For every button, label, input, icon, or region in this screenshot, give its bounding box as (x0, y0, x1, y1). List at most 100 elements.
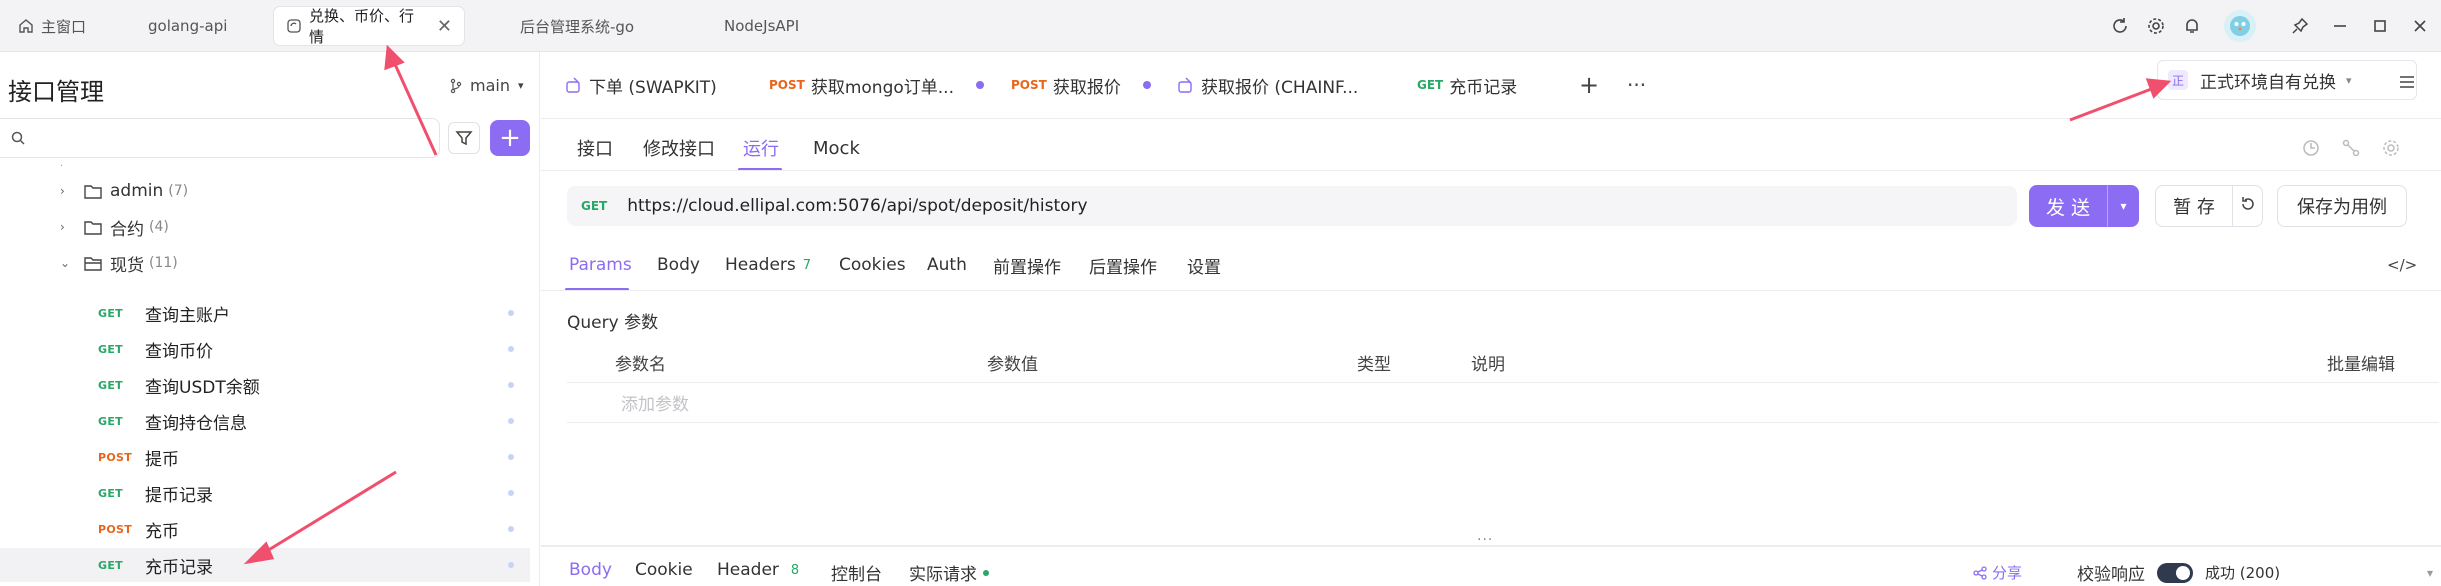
param-tab-body[interactable]: Body (657, 248, 700, 282)
request-tab[interactable]: POST 获取报价 (1011, 66, 1151, 104)
more-tabs-button[interactable]: ··· (1627, 66, 1646, 104)
param-tab-post[interactable]: 后置操作 (1089, 248, 1157, 282)
more-icon: ··· (1627, 73, 1647, 97)
method-badge: GET (98, 414, 123, 428)
param-tab-params[interactable]: Params (569, 248, 632, 282)
refresh-icon[interactable] (2108, 14, 2132, 38)
response-tab-header[interactable]: Header 8 (717, 560, 799, 580)
window-tab-main[interactable]: 主窗口 (6, 7, 98, 45)
url-input[interactable]: GET https://cloud.ellipal.com:5076/api/s… (567, 186, 2017, 226)
close-icon[interactable] (2408, 14, 2432, 38)
response-tab-console[interactable]: 控制台 (831, 560, 882, 585)
param-tab-pre[interactable]: 前置操作 (993, 248, 1061, 282)
window-tab-nodejs[interactable]: NodeJsAPI (712, 7, 811, 45)
column-header: 参数值 (987, 355, 1038, 375)
drag-handle-icon[interactable]: ··· (1477, 532, 1493, 548)
avatar[interactable] (2224, 10, 2256, 42)
param-tab-label: Params (569, 255, 632, 275)
header-count: 8 (790, 562, 800, 578)
status-dot (508, 526, 514, 532)
environment-selector[interactable]: 正 正式环境自有兑换 ▾ (2157, 60, 2417, 100)
api-item[interactable]: GET 查询USDT余额 (0, 368, 530, 402)
reset-icon[interactable] (2233, 195, 2262, 218)
subtab-run[interactable]: 运行 (743, 130, 779, 166)
api-item[interactable]: GET 查询币价 (0, 332, 530, 366)
share-button[interactable]: 分享 (1973, 562, 2022, 583)
status-text: 成功 (200) (2205, 564, 2281, 582)
response-status[interactable]: 成功 (200) ▾ (2205, 562, 2433, 583)
api-name: 提币 (145, 449, 179, 470)
api-item[interactable]: POST 提币 (0, 440, 530, 474)
api-item[interactable]: GET 提币记录 (0, 476, 530, 510)
param-tab-settings[interactable]: 设置 (1187, 248, 1221, 282)
branch-selector[interactable]: main ▾ (448, 76, 524, 95)
response-tab-body[interactable]: Body (569, 560, 612, 580)
folder-name: admin (110, 181, 164, 201)
api-item[interactable]: GET 查询持仓信息 (0, 404, 530, 438)
method-badge: GET (98, 486, 123, 500)
toggle-switch[interactable] (2157, 562, 2193, 583)
request-tab[interactable]: POST 获取mongo订单... (769, 66, 984, 104)
send-button[interactable]: 发 送 ▾ (2029, 185, 2139, 227)
request-tab-label: 获取报价 (CHAINF... (1201, 77, 1359, 98)
bell-icon[interactable] (2180, 14, 2204, 38)
param-count: 7 (802, 257, 812, 273)
param-tab-auth[interactable]: Auth (927, 248, 967, 282)
method-badge: GET (98, 306, 123, 320)
code-gen-icon[interactable] (2341, 138, 2361, 163)
tree-folder-contract[interactable]: › 合约 (4) (60, 212, 169, 242)
unsaved-dot (1142, 81, 1151, 89)
api-item[interactable]: GET 查询主账户 (0, 296, 530, 330)
close-tab-icon[interactable]: ✕ (437, 16, 452, 37)
swap-icon (1178, 77, 1192, 93)
search-input[interactable] (0, 118, 440, 158)
maximize-icon[interactable] (2368, 14, 2392, 38)
window-tab-admin-go[interactable]: 后台管理系统-go (508, 7, 646, 45)
new-tab-button[interactable]: + (1579, 66, 1599, 104)
send-label: 发 送 (2045, 196, 2091, 219)
subtab-mock[interactable]: Mock (813, 130, 860, 166)
param-tab-label: Headers (725, 255, 796, 275)
subtab-edit[interactable]: 修改接口 (643, 130, 715, 166)
divider (567, 382, 2439, 383)
api-name: 充币记录 (145, 557, 213, 578)
subtab-api[interactable]: 接口 (577, 130, 613, 166)
share-label: 分享 (1992, 564, 2023, 582)
add-api-button[interactable]: + (490, 120, 530, 156)
response-tab-label: Body (569, 560, 612, 580)
tree-folder-spot[interactable]: ⌄ 现货 (11) (60, 248, 178, 278)
param-tab-label: 前置操作 (993, 257, 1061, 278)
window-tab-label: 主窗口 (41, 17, 87, 36)
request-tab[interactable]: 下单 (SWAPKIT) (565, 66, 717, 104)
response-tab-cookie[interactable]: Cookie (635, 560, 693, 580)
request-tab[interactable]: 获取报价 (CHAINF... (1177, 66, 1358, 104)
history-icon[interactable] (2301, 138, 2321, 163)
api-item-selected[interactable]: GET 充币记录 (0, 548, 530, 582)
chevron-down-icon: ⌄ (60, 256, 71, 270)
folder-name: 现货 (110, 255, 144, 276)
window-tab-golang-api[interactable]: golang-api (136, 7, 239, 45)
hold-button[interactable]: 暂 存 (2155, 185, 2263, 227)
code-icon[interactable]: </> (2387, 256, 2417, 274)
menu-button[interactable] (2389, 64, 2425, 100)
column-header: 参数名 (615, 355, 666, 375)
gear-icon[interactable] (2381, 138, 2401, 163)
minimize-icon[interactable] (2328, 14, 2352, 38)
settings-icon[interactable] (2144, 14, 2168, 38)
verify-response-toggle[interactable]: 校验响应 (2077, 560, 2193, 585)
add-param-input[interactable]: 添加参数 (621, 390, 689, 415)
request-tab-active[interactable]: GET 充币记录 (1417, 66, 1517, 104)
method-badge: POST (769, 78, 805, 92)
save-as-case-button[interactable]: 保存为用例 (2277, 185, 2407, 227)
pin-icon[interactable] (2288, 14, 2312, 38)
chevron-down-icon[interactable]: ▾ (2108, 199, 2139, 213)
window-tab-exchange[interactable]: 兑换、币价、行情 ✕ (274, 7, 464, 46)
param-tab-headers[interactable]: Headers 7 (725, 248, 811, 282)
filter-button[interactable] (448, 122, 480, 154)
api-item[interactable]: POST 充币 (0, 512, 530, 546)
param-tab-cookies[interactable]: Cookies (839, 248, 906, 282)
bulk-edit-link[interactable]: 批量编辑 (2327, 350, 2395, 375)
response-tab-actual-request[interactable]: 实际请求 (909, 560, 989, 585)
tree-folder-admin[interactable]: › admin (7) (60, 176, 188, 206)
column-header: 说明 (1471, 355, 1505, 375)
